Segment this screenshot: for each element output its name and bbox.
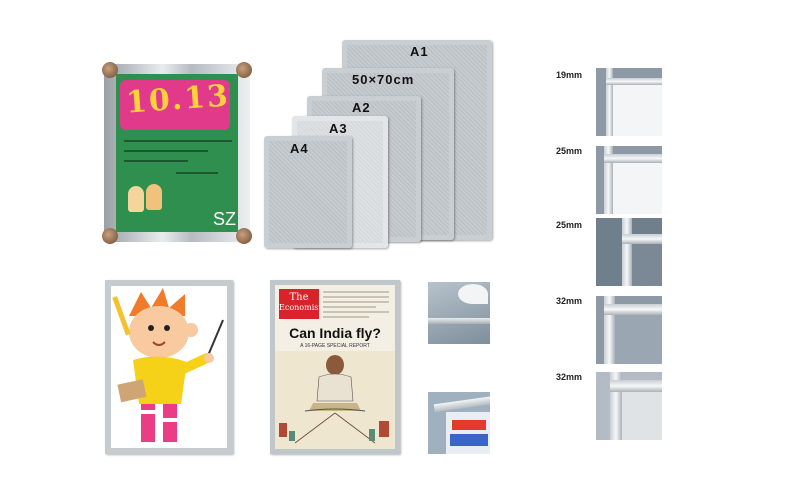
frame-corner-cap — [102, 228, 118, 244]
profile-label: 25mm — [556, 146, 583, 156]
profile-label: 25mm — [556, 220, 583, 230]
magazine-subline: A 16-PAGE SPECIAL REPORT — [300, 343, 370, 349]
poster-handwriting-line — [124, 150, 208, 152]
magazine-headline: Can India fly? — [289, 325, 381, 341]
cartoon-poster-frame — [105, 280, 233, 454]
poster-handwriting-line — [124, 160, 188, 162]
profile-corner-photo — [596, 146, 662, 214]
magazine-logo: The Economist — [279, 289, 322, 319]
poster-handwriting-line — [124, 140, 232, 142]
profile-corner-photo — [596, 372, 662, 440]
poster-date-text: 10.13 — [124, 78, 232, 121]
frame-corner-cap — [102, 62, 118, 78]
profile-corner-photo — [596, 218, 662, 286]
poster-corner-text: SZ — [212, 209, 236, 229]
frame-corner-cap — [236, 62, 252, 78]
snap-frame-poster-photo — [428, 392, 490, 454]
kids-poster: 10.13 SZ — [116, 74, 238, 232]
magazine-cover-frame: The Economist Can India fly? A 16-PAGE S… — [270, 280, 400, 454]
magazine-logo-line1: The — [289, 292, 309, 303]
magazine-cover-teasers — [323, 291, 389, 321]
cartoon-boy-illustration — [112, 288, 224, 442]
profile-label: 19mm — [556, 70, 583, 80]
profile-label: 32mm — [556, 372, 583, 382]
size-label-a3: A3 — [329, 121, 348, 136]
profile-label: 32mm — [556, 296, 583, 306]
size-label-a4: A4 — [290, 141, 309, 156]
magazine-logo-line2: Economist — [279, 303, 322, 312]
poster-kid-drawing — [128, 186, 144, 212]
profile-corner-photo — [596, 68, 662, 136]
poster-handwriting-line — [176, 172, 218, 174]
size-label-a2: A2 — [352, 100, 371, 115]
poster-kid-drawing — [146, 184, 162, 210]
frame-corner-cap — [236, 228, 252, 244]
magazine-cover-illustration — [275, 351, 395, 449]
round-corner-poster-frame: 10.13 SZ — [102, 62, 252, 244]
size-label-50x70: 50×70cm — [352, 72, 415, 87]
snap-profile-detail-photo — [428, 282, 490, 344]
size-label-a1: A1 — [410, 44, 429, 59]
profile-corner-photo — [596, 296, 662, 364]
